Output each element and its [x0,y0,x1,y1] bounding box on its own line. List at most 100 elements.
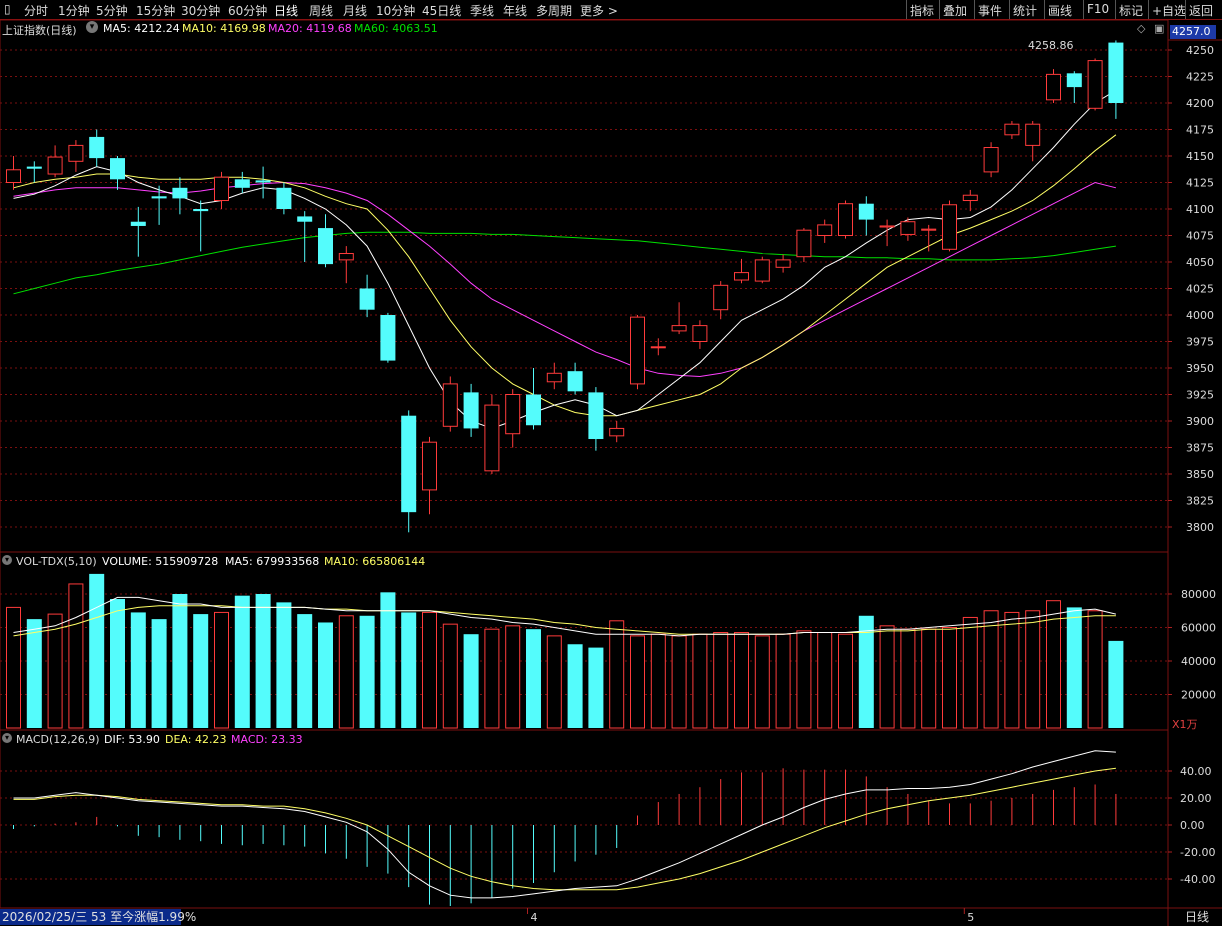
period-tab-12[interactable]: 年线 [503,2,527,19]
volume-bar-up [962,616,978,729]
candle-body-up [68,144,84,162]
volume-bar-up [900,628,916,729]
volume-layer [6,573,1124,729]
chevron-down-icon[interactable]: ▾ [86,21,98,33]
price-tick-label: 3975 [1186,336,1214,349]
toolbar-separator [1044,0,1045,19]
macd-tick-label: 0.00 [1180,819,1205,832]
macd-hist-value: MACD: 23.33 [231,733,303,746]
period-tab-13[interactable]: 多周期 [536,2,572,19]
volume-bar-up [754,635,770,729]
candle-body-down [380,315,396,361]
candle-body-down [1066,73,1082,88]
period-tab-14[interactable]: 更多 > [580,2,618,19]
candle-body-up [546,372,562,383]
ma5-value: MA5: 4212.24 [103,22,180,35]
toolbar-button-2[interactable]: 事件 [978,2,1002,19]
period-tab-3[interactable]: 15分钟 [136,2,175,19]
toolbar-button-0[interactable]: 指标 [910,2,934,19]
volume-bar-down [26,619,42,728]
moving-average-layer [13,89,1117,429]
volume-bar-up [942,627,957,729]
period-tab-2[interactable]: 5分钟 [96,2,128,19]
candle-body-up [6,169,21,183]
chevron-down-icon[interactable]: ▾ [2,733,12,743]
candle-body-down [110,158,125,180]
toolbar-button-8[interactable]: 返回 [1189,2,1213,19]
toolbar-button-7[interactable]: +自选 [1152,2,1186,19]
candle-body-up [962,194,978,202]
volume-bar-down [172,594,188,728]
toolbar-button-3[interactable]: 统计 [1013,2,1037,19]
candle-body-up [505,394,521,435]
volume-bar-down [151,619,167,728]
ma10-value: MA10: 4169.98 [182,22,266,35]
period-tab-10[interactable]: 45日线 [422,2,461,19]
volume-ma10-value: MA10: 665806144 [324,555,426,568]
current-price-tag: 4257.0 [1170,25,1216,39]
price-tick-label: 4250 [1186,44,1214,57]
grid-layer [0,19,1222,926]
panel-toggle-icon[interactable]: ▯ [4,2,11,16]
window-icon[interactable]: ▣ [1154,22,1164,35]
volume-bar-up [692,633,708,729]
volume-bar-up [775,633,791,729]
period-tab-1[interactable]: 1分钟 [58,2,90,19]
price-tick-label: 3850 [1186,468,1214,481]
candle-body-up [1087,60,1103,109]
price-tick-label: 4000 [1186,309,1214,322]
toolbar-button-1[interactable]: 叠加 [943,2,967,19]
period-tab-8[interactable]: 月线 [343,2,367,19]
toolbar-button-4[interactable]: 画线 [1048,2,1072,19]
volume-bar-down [276,602,292,728]
period-tab-5[interactable]: 60分钟 [228,2,267,19]
volume-bar-up [546,635,562,729]
chart-title: 上证指数(日线) [2,24,77,37]
volume-bar-down [401,612,417,728]
volume-bar-down [1108,640,1124,728]
price-tick-label: 4025 [1186,283,1214,296]
volume-bar-up [1087,610,1103,729]
candle-body-down [151,196,167,199]
axis-layer: 4250 4225 4200 4175 4150 4125 4100 4075 4050 4025… [527,44,1216,924]
diamond-icon[interactable]: ◇ [1137,22,1145,35]
candle-body-up [817,224,833,236]
period-tab-11[interactable]: 季线 [470,2,494,19]
volume-bar-down [255,594,271,728]
volume-unit-label: X1万 [1172,718,1198,731]
toolbar-separator [1185,0,1186,19]
volume-bar-down [359,615,375,728]
volume-tick-label: 60000 [1181,622,1216,635]
volume-bar-down [588,647,604,728]
toolbar-button-6[interactable]: 标记 [1119,2,1143,19]
candle-body-up [921,228,937,231]
candle-body-down [463,392,479,429]
period-tab-7[interactable]: 周线 [309,2,333,19]
ma60-value: MA60: 4063.51 [354,22,438,35]
toolbar-separator [974,0,975,19]
period-tab-0[interactable]: 分时 [24,2,48,19]
toolbar-separator [906,0,907,19]
candle-body-down [255,180,271,183]
period-tab-9[interactable]: 10分钟 [376,2,415,19]
candle-body-up [630,316,645,385]
volume-bar-up [713,632,729,729]
candle-body-up [754,259,770,282]
volume-bar-up [671,635,687,729]
chevron-down-icon[interactable]: ▾ [2,555,12,565]
candle-body-down [318,228,333,265]
volume-bar-down [297,614,313,728]
candle-body-up [650,346,666,349]
price-tick-label: 4100 [1186,203,1214,216]
period-tab-4[interactable]: 30分钟 [181,2,220,19]
price-tick-label: 3925 [1186,389,1214,402]
toolbar-button-5[interactable]: F10 [1087,2,1109,16]
period-tab-6[interactable]: 日线 [274,2,298,19]
macd-indicator-name: MACD(12,26,9) [16,733,100,746]
volume-bar-up [1004,611,1020,729]
volume-bar-up [1025,610,1041,729]
price-tick-label: 4050 [1186,256,1214,269]
period-label[interactable]: 日线 [1172,909,1222,925]
candle-body-down [526,394,541,426]
volume-bar-up [338,615,354,729]
